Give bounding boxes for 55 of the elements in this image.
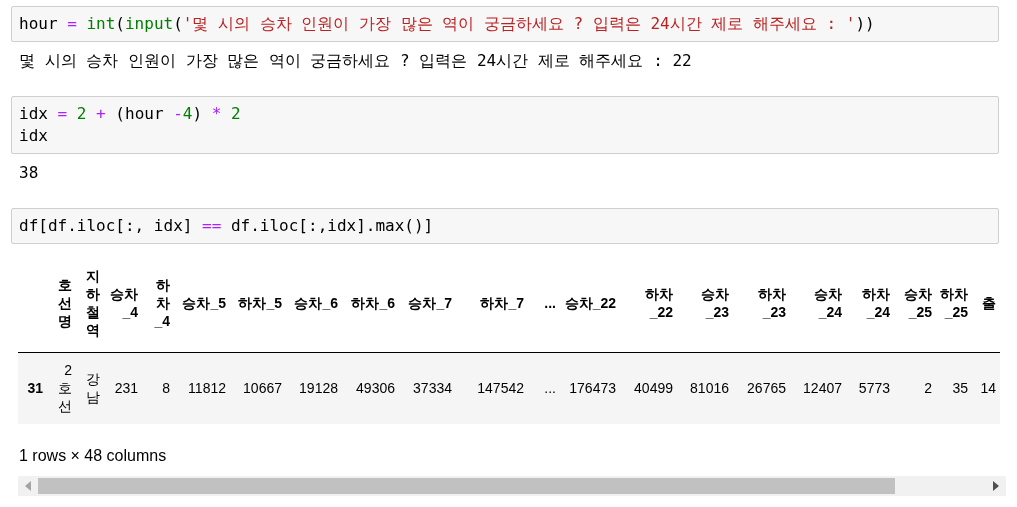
column-header: 하차_6 — [342, 254, 399, 352]
column-header: 하차_25 — [936, 254, 972, 352]
horizontal-scrollbar[interactable] — [18, 476, 1006, 496]
column-header: 승차_24 — [790, 254, 846, 352]
column-header: 승차_6 — [286, 254, 342, 352]
code-cell[interactable]: df[df.iloc[:, idx] == df.iloc[:,idx].max()] — [11, 208, 999, 244]
column-header: 승차_5 — [174, 254, 230, 352]
table-cell: 8 — [142, 352, 174, 424]
column-header: 하차_5 — [230, 254, 286, 352]
table-cell: 14 — [972, 352, 1000, 424]
table-cell: 강남 — [76, 352, 104, 424]
table-cell: 5773 — [846, 352, 894, 424]
column-header: 승차_23 — [677, 254, 733, 352]
table-cell: 49306 — [342, 352, 399, 424]
table-cell: 37334 — [399, 352, 456, 424]
output-text: 38 — [18, 162, 40, 184]
code-line: idx = 2 + (hour -4) * 2 — [19, 103, 242, 125]
table-cell: 81016 — [677, 352, 733, 424]
table-cell: 40499 — [620, 352, 677, 424]
table-cell: 19128 — [286, 352, 342, 424]
table-cell: ... — [528, 352, 560, 424]
column-header: 하차_23 — [733, 254, 790, 352]
column-header: 승차_25 — [894, 254, 936, 352]
column-header: 하차_4 — [142, 254, 174, 352]
scroll-right-icon[interactable] — [993, 481, 999, 491]
column-header: 하차_24 — [846, 254, 894, 352]
column-header: 출 — [972, 254, 1000, 352]
column-header: 지하철역 — [76, 254, 104, 352]
column-header: 승차_22 — [560, 254, 620, 352]
table-cell: 2호선 — [48, 352, 76, 424]
table-cell: 26765 — [733, 352, 790, 424]
code-cell[interactable]: hour = int(input('몇 시의 승차 인원이 가장 많은 역이 궁금하세요 ? 입력은 24시간 제로 해주세요 : ')) — [11, 6, 999, 42]
column-header: ... — [528, 254, 560, 352]
column-header: 호선명 — [48, 254, 76, 352]
column-header: 하차_22 — [620, 254, 677, 352]
column-header: 승차_4 — [104, 254, 142, 352]
table-cell: 11812 — [174, 352, 230, 424]
code-line: idx — [19, 125, 49, 147]
scroll-left-icon[interactable] — [25, 481, 31, 491]
table-cell: 2 — [894, 352, 936, 424]
code-line: df[df.iloc[:, idx] == df.iloc[:,idx].max()] — [19, 215, 435, 237]
table-cell: 147542 — [456, 352, 528, 424]
column-header: 승차_7 — [399, 254, 456, 352]
code-cell[interactable]: idx = 2 + (hour -4) * 2 idx — [11, 96, 999, 154]
row-index: 31 — [18, 352, 48, 424]
table-summary: 1 rows × 48 columns — [18, 446, 168, 466]
table-cell: 35 — [936, 352, 972, 424]
output-text: 몇 시의 승차 인원이 가장 많은 역이 궁금하세요 ? 입력은 24시간 제로 해주세요 : 22 — [18, 50, 693, 72]
table-cell: 10667 — [230, 352, 286, 424]
code-line: hour = int(input('몇 시의 승차 인원이 가장 많은 역이 궁금하세요 ? 입력은 24시간 제로 해주세요 : ')) — [19, 13, 876, 35]
column-header: 하차_7 — [456, 254, 528, 352]
table-cell: 231 — [104, 352, 142, 424]
table-cell: 176473 — [560, 352, 620, 424]
scrollbar-thumb[interactable] — [38, 478, 895, 494]
table-cell: 12407 — [790, 352, 846, 424]
